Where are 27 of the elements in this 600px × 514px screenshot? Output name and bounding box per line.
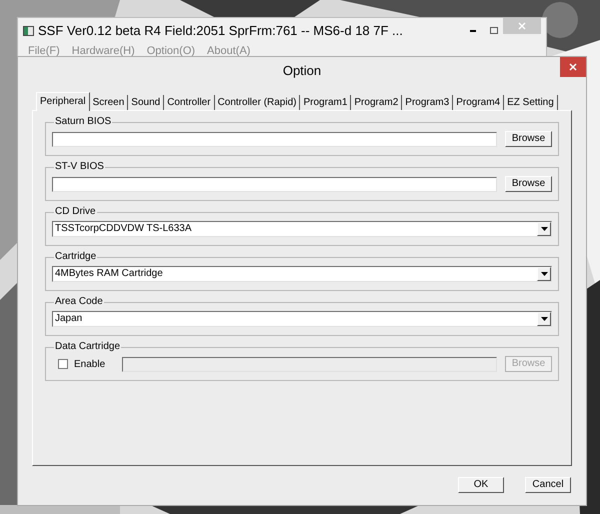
window-title: SSF Ver0.12 beta R4 Field:2051 SprFrm:761 -- MS6-d 18 7F ... (38, 22, 404, 40)
maximize-icon[interactable] (490, 27, 498, 34)
browse-button[interactable]: Browse (505, 131, 552, 147)
group-label: Cartridge (54, 252, 98, 262)
path-field[interactable] (52, 176, 497, 192)
group-label: ST-V BIOS (54, 162, 105, 172)
dialog-button[interactable]: Cancel (525, 477, 571, 493)
group-label: Area Code (54, 297, 104, 307)
dropdown[interactable]: TSSTcorpCDDVDW TS-L633A (52, 221, 552, 237)
dialog-button[interactable]: OK (458, 477, 504, 493)
dialog-title: Option (282, 62, 322, 80)
dropdown[interactable]: 4MBytes RAM Cartridge (52, 266, 552, 282)
path-field[interactable] (52, 132, 497, 146)
group-label: CD Drive (54, 207, 97, 217)
group-label: Data Cartridge (54, 342, 122, 352)
close-icon (569, 63, 577, 71)
app-icon (23, 26, 34, 36)
close-icon (518, 22, 526, 30)
tab[interactable]: Peripheral (36, 92, 90, 111)
dropdown[interactable]: Japan (52, 311, 552, 327)
group-label: Saturn BIOS (54, 117, 112, 127)
dropdown-arrow-icon (540, 227, 548, 231)
dropdown-arrow-icon (540, 317, 548, 321)
browse-button[interactable]: Browse (505, 176, 552, 192)
minimize-icon[interactable] (470, 30, 476, 32)
dropdown-arrow-icon (540, 272, 548, 276)
close-button[interactable] (560, 57, 586, 77)
